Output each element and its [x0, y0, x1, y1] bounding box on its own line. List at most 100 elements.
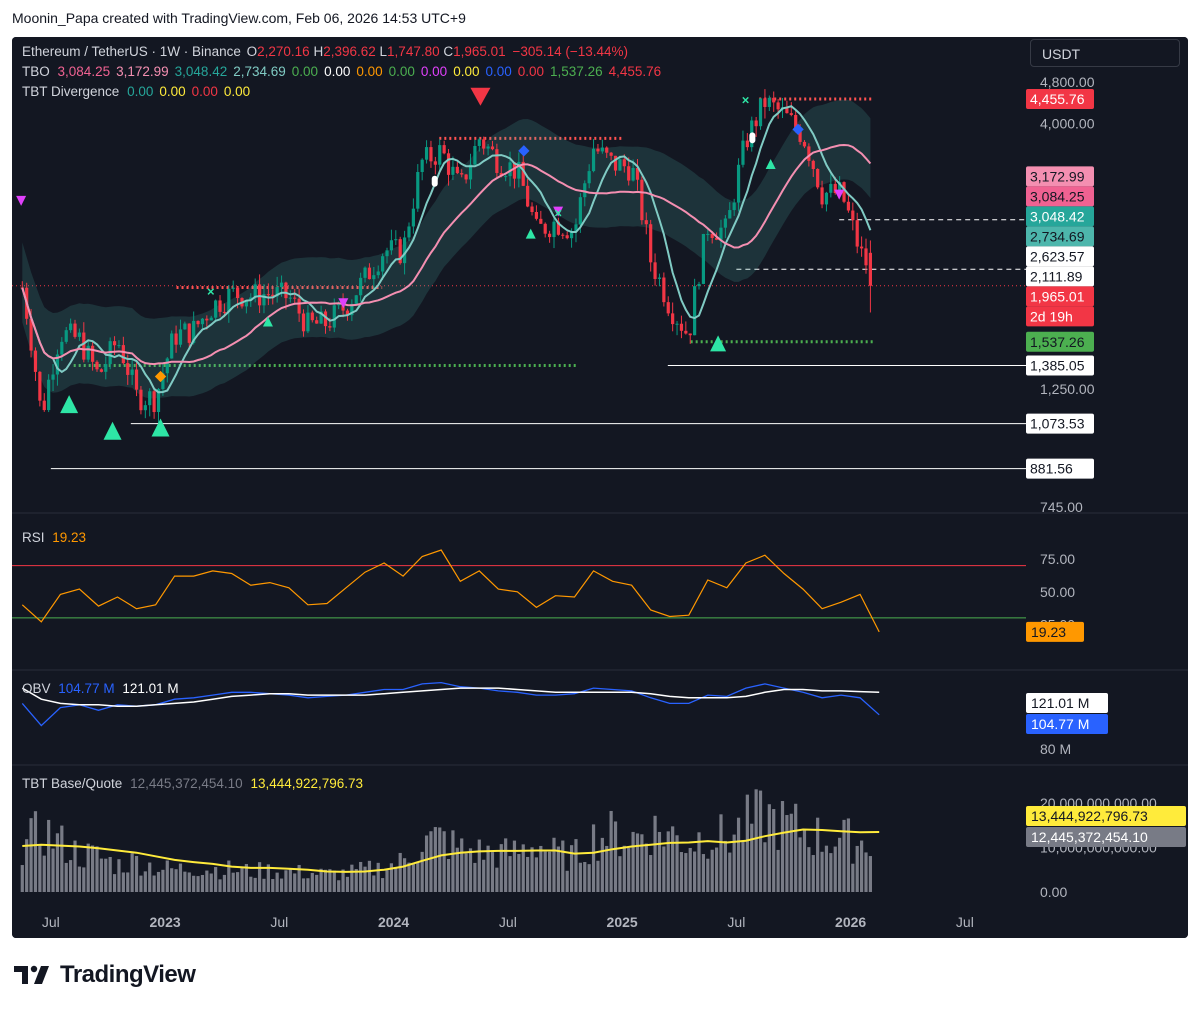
volume-bar [495, 867, 499, 892]
open-value: 2,270.16 [257, 44, 310, 59]
tbo-value-5: 0.00 [324, 64, 351, 79]
price-badge-label: 2,111.89 [1030, 268, 1083, 284]
volume-bar [64, 862, 68, 892]
candle-body [126, 363, 130, 375]
candle-body [772, 97, 776, 103]
candle-body [130, 369, 134, 375]
obv-legend[interactable]: OBV 104.77 M 121.01 M [22, 681, 179, 696]
candle-body [82, 332, 86, 360]
volume-bar [464, 853, 468, 892]
candle-body [864, 248, 868, 266]
volume-bar [548, 851, 552, 892]
chart-canvas[interactable]: ××× 4,800.004,000.002,250.001,250.00745.… [12, 37, 1188, 938]
tbt-legend-value: 12,445,372,454.10 [130, 776, 243, 791]
volume-bar [222, 874, 227, 892]
volume-bar [86, 843, 90, 892]
volume-bar [262, 878, 266, 892]
volume-bar [561, 840, 565, 892]
candle-body [416, 172, 420, 209]
candle-body [134, 369, 139, 390]
volume-bar [178, 863, 183, 892]
volume-bar [530, 847, 534, 892]
candle-body [464, 174, 468, 180]
candle-body [90, 345, 95, 362]
volume-bar [104, 858, 108, 892]
symbol-title: Ethereum / TetherUS · 1W · Binance [22, 44, 241, 59]
tbt-tick-label: 0.00 [1040, 884, 1067, 900]
volume-bar [218, 879, 222, 892]
candle-body [227, 288, 231, 312]
candle-body [618, 159, 622, 171]
volume-bar [69, 860, 73, 892]
candle-body [719, 227, 723, 240]
obv-badge-label: 104.77 M [1031, 716, 1089, 732]
candle-body [420, 159, 424, 173]
volume-bar [820, 851, 824, 892]
brand[interactable]: TradingView [14, 961, 196, 989]
main-legend: Ethereum / TetherUS · 1W · Binance O2,27… [22, 44, 628, 59]
candle-body [95, 361, 99, 370]
volume-bar [455, 847, 459, 892]
tbt-legend[interactable]: TBT Base/Quote 12,445,372,454.10 13,444,… [22, 776, 363, 791]
volume-bar [833, 846, 837, 892]
volume-bar [253, 877, 257, 892]
volume-bar [675, 835, 679, 892]
price-badge-label: 1,537.26 [1030, 334, 1085, 350]
tbo-value-11: 0.00 [517, 64, 545, 79]
candle-body [649, 224, 653, 263]
volume-bar [381, 878, 385, 892]
candle-body [231, 287, 235, 289]
tbt-badge-label: 12,445,372,454.10 [1031, 829, 1148, 845]
volume-bar [565, 870, 569, 892]
volume-bar [257, 862, 262, 892]
candle-body [394, 239, 398, 241]
candle-body [205, 318, 209, 321]
volume-bar [552, 837, 556, 892]
candle-body [424, 147, 429, 160]
chart-frame[interactable]: ××× 4,800.004,000.002,250.001,250.00745.… [12, 37, 1188, 938]
price-badge-label: 3,084.25 [1030, 188, 1085, 204]
volume-bar [328, 869, 332, 892]
price-badge-label: 3,172.99 [1030, 168, 1085, 184]
volume-bar [574, 839, 578, 892]
volume-bar [517, 854, 521, 892]
price-badge-label: 4,455.76 [1030, 91, 1085, 107]
volume-bar [196, 876, 200, 892]
volume-bar [33, 811, 38, 892]
candle-body [565, 235, 569, 239]
volume-bar [323, 869, 328, 892]
price-badge-label: 1,965.01 [1030, 288, 1085, 304]
candle-body [60, 341, 64, 355]
rsi-legend[interactable]: RSI 19.23 [22, 530, 86, 545]
candle-body [183, 323, 187, 330]
candle-body [293, 297, 297, 299]
low-label: L [379, 44, 388, 59]
candle-body [482, 139, 486, 149]
candle-body [51, 374, 55, 380]
tbo-value-10: 0.00 [485, 64, 512, 79]
rsi-tick-label: 75.00 [1040, 551, 1075, 567]
currency-button[interactable]: USDT [1030, 39, 1180, 67]
volume-bar [95, 846, 99, 892]
candle-body [112, 341, 117, 346]
candle-body [728, 210, 732, 219]
divergence-legend[interactable]: TBT Divergence 0.00 0.00 0.00 0.00 [22, 84, 256, 99]
candle-body [367, 267, 372, 280]
candle-body [236, 287, 240, 299]
volume-bar [816, 817, 820, 892]
candle-body [288, 297, 292, 299]
volume-bar [666, 831, 670, 892]
tbt-ma-badge-label: 13,444,922,796.73 [1031, 808, 1148, 824]
time-tick-label: 2024 [378, 914, 409, 930]
tbo-value-6: 0.00 [356, 64, 383, 79]
tbo-legend[interactable]: TBO 3,084.25 3,172.99 3,048.42 2,734.69 0.00… [22, 64, 667, 79]
candle-body [86, 345, 90, 360]
candle-body [473, 145, 477, 165]
volume-bar [73, 840, 77, 892]
volume-bar [345, 876, 350, 892]
volume-bar [359, 861, 363, 892]
volume-bar [20, 865, 24, 892]
volume-bar [319, 868, 323, 892]
candle-body [38, 371, 42, 401]
candle-body [640, 179, 644, 221]
